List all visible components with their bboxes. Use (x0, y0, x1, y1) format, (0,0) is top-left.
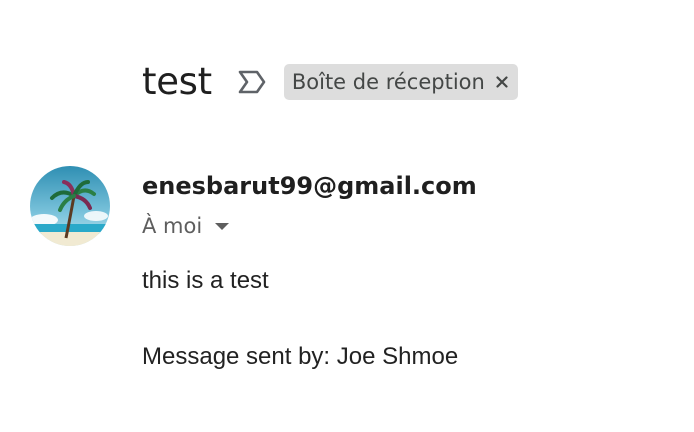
caret-down-icon[interactable] (214, 221, 230, 231)
label-chip-text: Boîte de réception (291, 70, 485, 94)
sender-avatar[interactable] (30, 166, 110, 246)
message-body-line: Message sent by: Joe Shmoe (142, 343, 459, 370)
subject-row: test Boîte de réception (142, 56, 518, 108)
important-marker-icon[interactable] (236, 68, 268, 96)
close-icon[interactable] (495, 75, 509, 89)
recipient-label: À moi (142, 214, 203, 238)
email-subject: test (142, 60, 212, 103)
message-body-line: this is a test (142, 267, 269, 294)
sender-email: enesbarut99@gmail.com (142, 172, 477, 200)
recipient-details-toggle[interactable]: À moi (142, 210, 230, 242)
label-chip-inbox[interactable]: Boîte de réception (283, 64, 518, 100)
